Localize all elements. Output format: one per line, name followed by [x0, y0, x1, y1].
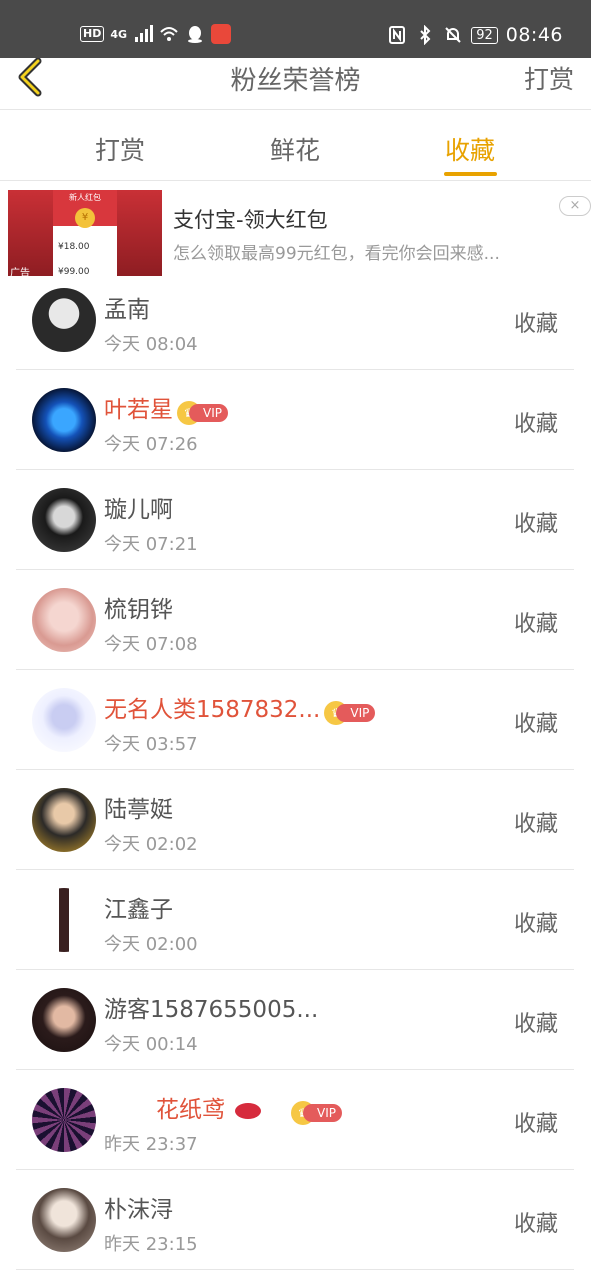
mute-bell-icon — [445, 27, 461, 43]
vip-tag: VIP — [189, 404, 228, 422]
timestamp: 今天 02:02 — [104, 834, 198, 855]
timestamp: 今天 03:57 — [104, 734, 198, 755]
avatar[interactable] — [32, 488, 96, 552]
avatar[interactable] — [32, 1088, 96, 1152]
user-name: 陆葶娗 — [104, 797, 173, 823]
app-notification-icon — [211, 24, 232, 44]
timestamp: 昨天 23:37 — [104, 1134, 198, 1155]
vip-tag: VIP — [303, 1104, 342, 1122]
action-label: 收藏 — [513, 1212, 558, 1237]
active-tab-indicator — [444, 172, 497, 176]
user-name: 孟南 — [104, 297, 150, 323]
ad-title: 支付宝-领大红包 — [173, 208, 328, 232]
ad-image: 新人红包 ¥ ¥18.00 ¥99.00 广告 — [8, 190, 162, 276]
user-name: 花纸鸢 ♛VIP — [156, 1090, 342, 1125]
nfc-icon — [389, 26, 406, 44]
list-item[interactable]: 游客1587655005... 今天 00:14 收藏 — [16, 970, 574, 1070]
user-name: 朴沫浔 — [104, 1197, 173, 1223]
user-name-text: 花纸鸢 — [156, 1097, 225, 1123]
timestamp: 今天 07:21 — [104, 534, 198, 555]
tab-reward[interactable]: 打赏 — [60, 131, 180, 167]
ad-red-packet-card: 新人红包 ¥ ¥18.00 ¥99.00 — [53, 190, 117, 276]
tab-bar: 打赏 鲜花 收藏 — [0, 111, 591, 181]
ad-banner[interactable]: 新人红包 ¥ ¥18.00 ¥99.00 广告 支付宝-领大红包 怎么领取最高9… — [8, 190, 591, 278]
user-name: 叶若星♛VIP — [104, 390, 228, 425]
action-label: 收藏 — [513, 312, 558, 337]
list-item[interactable]: 梳钥铧 今天 07:08 收藏 — [16, 570, 574, 670]
avatar[interactable] — [32, 988, 96, 1052]
timestamp: 昨天 23:15 — [104, 1234, 198, 1255]
vip-badge: ♛VIP — [291, 1100, 342, 1125]
qq-icon — [188, 26, 203, 43]
user-name-text: 叶若星 — [104, 397, 173, 423]
user-name: 梳钥铧 — [104, 597, 173, 623]
list-item[interactable]: 江鑫子 今天 02:00 收藏 — [16, 870, 574, 970]
vip-badge: ♛VIP — [324, 700, 376, 725]
user-name: 璇儿啊 — [104, 497, 173, 523]
ad-subtitle: 怎么领取最高99元红包，看完你会回来感... — [173, 244, 500, 264]
list-item[interactable]: 璇儿啊 今天 07:21 收藏 — [16, 470, 574, 570]
status-bar: HD 4G 92 08:46 — [0, 0, 591, 58]
coin-icon: ¥ — [75, 208, 95, 228]
timestamp: 今天 08:04 — [104, 334, 198, 355]
status-right: 92 08:46 — [387, 24, 563, 46]
action-label: 收藏 — [513, 912, 558, 937]
action-label: 收藏 — [513, 412, 558, 437]
avatar[interactable] — [32, 688, 96, 752]
favorites-list: 孟南 今天 08:04 收藏 叶若星♛VIP 今天 07:26 收藏 璇儿啊 今… — [16, 270, 574, 1270]
action-label: 收藏 — [513, 512, 558, 537]
hd-indicator: HD — [80, 26, 105, 42]
timestamp: 今天 02:00 — [104, 934, 198, 955]
tab-flowers[interactable]: 鲜花 — [235, 131, 355, 167]
timestamp: 今天 07:26 — [104, 434, 198, 455]
tab-favorites[interactable]: 收藏 — [410, 131, 530, 167]
avatar[interactable] — [32, 888, 96, 952]
clock: 08:46 — [505, 24, 563, 46]
timestamp: 今天 07:08 — [104, 634, 198, 655]
list-item[interactable]: 孟南 今天 08:04 收藏 — [16, 270, 574, 370]
reward-button[interactable]: 打赏 — [524, 60, 574, 96]
list-item[interactable]: 叶若星♛VIP 今天 07:26 收藏 — [16, 370, 574, 470]
user-name: 无名人类1587832...♛VIP — [104, 690, 376, 725]
avatar[interactable] — [32, 788, 96, 852]
bluetooth-icon — [420, 25, 431, 45]
user-name: 游客1587655005... — [104, 997, 319, 1023]
action-label: 收藏 — [513, 612, 558, 637]
close-icon[interactable]: × — [559, 196, 591, 216]
avatar[interactable] — [32, 288, 96, 352]
app-header: 粉丝荣誉榜 打赏 — [0, 57, 591, 110]
list-item[interactable]: 陆葶娗 今天 02:02 收藏 — [16, 770, 574, 870]
user-name: 江鑫子 — [104, 897, 173, 923]
action-label: 收藏 — [513, 712, 558, 737]
action-label: 收藏 — [513, 812, 558, 837]
action-label: 收藏 — [513, 1112, 558, 1137]
list-item[interactable]: 无名人类1587832...♛VIP 今天 03:57 收藏 — [16, 670, 574, 770]
battery-indicator: 92 — [471, 26, 498, 44]
wifi-icon — [160, 27, 178, 41]
avatar[interactable] — [32, 588, 96, 652]
user-name-text: 无名人类1587832... — [104, 697, 321, 723]
signal-icon — [135, 25, 154, 42]
page-title: 粉丝荣誉榜 — [230, 66, 361, 96]
list-item[interactable]: 朴沫浔 昨天 23:15 收藏 — [16, 1170, 574, 1270]
lips-icon — [235, 1102, 261, 1119]
ad-price-1: ¥18.00 — [58, 242, 90, 252]
vip-tag: VIP — [336, 704, 376, 722]
action-label: 收藏 — [513, 1012, 558, 1037]
network-type: 4G — [110, 27, 128, 41]
list-item[interactable]: 花纸鸢 ♛VIP 昨天 23:37 收藏 — [16, 1070, 574, 1170]
avatar[interactable] — [32, 1188, 96, 1252]
status-left: HD 4G — [80, 24, 232, 44]
vip-badge: ♛VIP — [177, 400, 228, 425]
avatar[interactable] — [32, 388, 96, 452]
timestamp: 今天 00:14 — [104, 1034, 198, 1055]
